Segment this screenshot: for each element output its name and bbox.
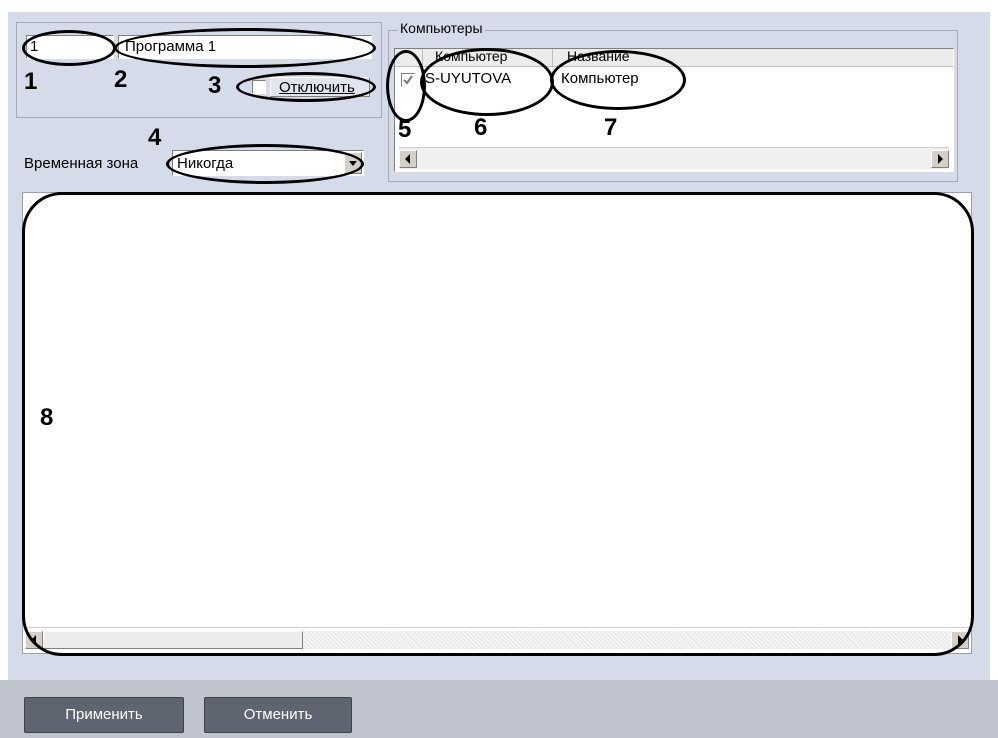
annotation-ellipse-4 (166, 144, 364, 184)
callout-5: 5 (398, 116, 412, 143)
callout-1: 1 (24, 68, 38, 95)
callout-2: 2 (114, 66, 128, 93)
apply-button[interactable]: Применить (24, 697, 184, 733)
computers-group-title: Компьютеры (398, 20, 485, 36)
callout-3: 3 (208, 72, 222, 99)
table-scroll-right-button[interactable] (931, 150, 949, 168)
annotation-ellipse-6 (420, 48, 554, 116)
table-horizontal-scrollbar[interactable] (399, 147, 949, 169)
triangle-right-icon (938, 154, 943, 164)
callout-4: 4 (148, 124, 162, 151)
annotation-ellipse-2 (114, 28, 376, 68)
annotation-ellipse-7 (550, 50, 686, 110)
annotation-ellipse-1 (22, 30, 116, 66)
page-background (0, 0, 998, 12)
table-scroll-left-button[interactable] (399, 150, 417, 168)
time-zone-label: Временная зона (24, 155, 139, 172)
cancel-button[interactable]: Отменить (204, 697, 352, 733)
annotation-ellipse-3 (236, 72, 376, 102)
triangle-left-icon (405, 154, 410, 164)
annotation-frame-8 (22, 192, 974, 656)
callout-8: 8 (40, 404, 54, 431)
callout-6: 6 (474, 114, 488, 141)
callout-7: 7 (604, 114, 618, 141)
